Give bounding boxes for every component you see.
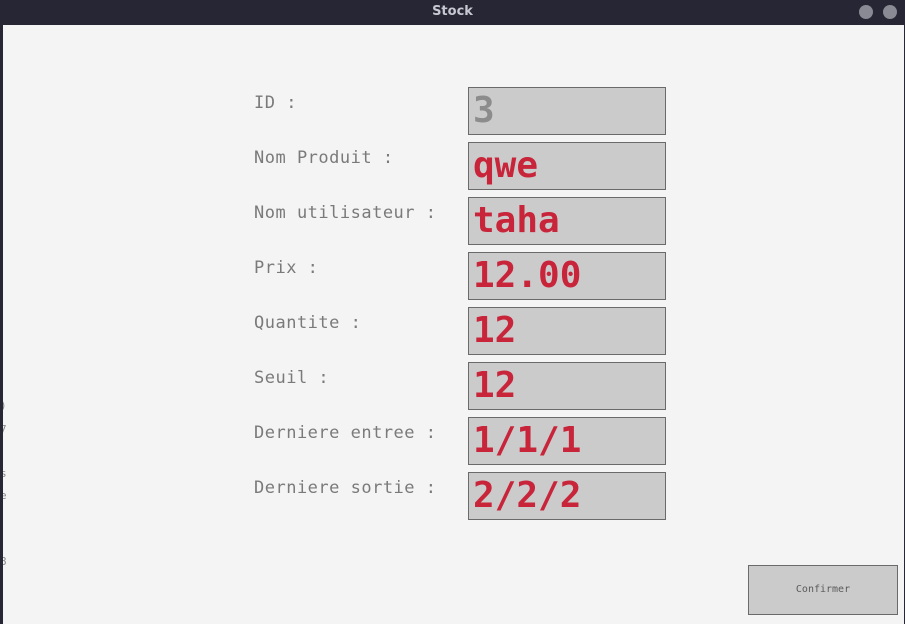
label-derniere-entree: Derniere entree : bbox=[254, 423, 437, 443]
stock-window: Stock ) 7 s e 8 ID : 3 Nom Produit : qwe… bbox=[0, 0, 905, 624]
label-prix: Prix : bbox=[254, 258, 319, 278]
nom-produit-field[interactable]: qwe bbox=[468, 142, 666, 190]
edge-text: 7 bbox=[3, 423, 7, 436]
edge-text: ) bbox=[3, 399, 7, 412]
label-seuil: Seuil : bbox=[254, 368, 330, 388]
label-id: ID : bbox=[254, 93, 297, 113]
close-button[interactable] bbox=[883, 5, 897, 19]
label-nom-produit: Nom Produit : bbox=[254, 148, 394, 168]
label-nom-utilisateur: Nom utilisateur : bbox=[254, 203, 437, 223]
stock-form: ) 7 s e 8 ID : 3 Nom Produit : qwe Nom u… bbox=[3, 25, 904, 624]
confirm-button[interactable]: Confirmer bbox=[748, 565, 898, 615]
edge-text: 8 bbox=[3, 555, 7, 568]
edge-text: s bbox=[3, 467, 7, 480]
window-title: Stock bbox=[432, 4, 473, 19]
derniere-sortie-field[interactable]: 2/2/2 bbox=[468, 472, 666, 520]
seuil-field[interactable]: 12 bbox=[468, 362, 666, 410]
quantite-field[interactable]: 12 bbox=[468, 307, 666, 355]
label-derniere-sortie: Derniere sortie : bbox=[254, 478, 437, 498]
title-bar: Stock bbox=[0, 0, 905, 24]
edge-text: e bbox=[3, 489, 7, 502]
derniere-entree-field[interactable]: 1/1/1 bbox=[468, 417, 666, 465]
id-field: 3 bbox=[468, 87, 666, 135]
minimize-button[interactable] bbox=[859, 5, 873, 19]
prix-field[interactable]: 12.00 bbox=[468, 252, 666, 300]
nom-utilisateur-field[interactable]: taha bbox=[468, 197, 666, 245]
label-quantite: Quantite : bbox=[254, 313, 362, 333]
